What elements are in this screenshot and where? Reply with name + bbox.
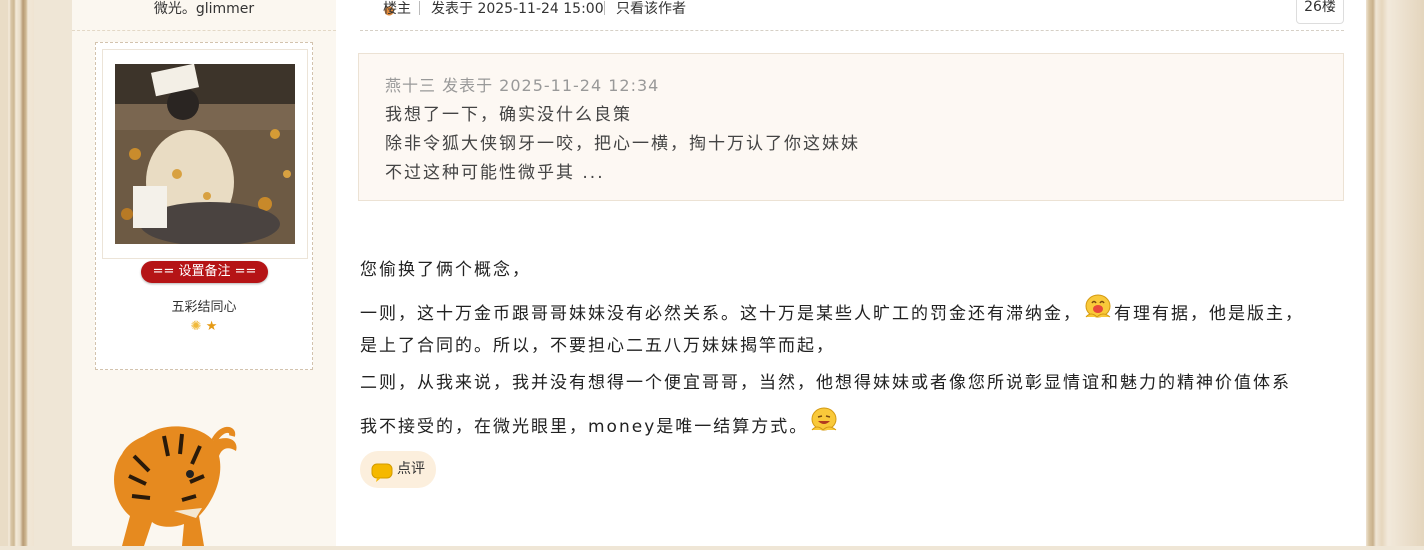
- post-text-segment: 一则，这十万金币跟哥哥妹妹没有必然关系。这十万是某些人旷工的罚金还有滞纳金，: [360, 304, 1082, 324]
- post-meta-bar: ● 楼主 发表于 2025-11-24 15:00 只看该作者 26楼: [360, 0, 1344, 31]
- post-text-line: 一则，这十万金币跟哥哥妹妹没有必然关系。这十万是某些人旷工的罚金还有滞纳金， 有理…: [360, 293, 1304, 324]
- post-text-line: 我不接受的，在微光眼里，money是唯一结算方式。: [360, 406, 840, 437]
- meta-separator: [604, 1, 605, 15]
- avatar-photo: [115, 64, 295, 244]
- post-text-segment: 我不接受的，在微光眼里，money是唯一结算方式。: [360, 417, 809, 437]
- quote-line: 我想了一下，确实没什么良策: [385, 105, 632, 125]
- post-content: ● 楼主 发表于 2025-11-24 15:00 只看该作者 26楼 燕十三 …: [336, 0, 1366, 546]
- author-profile-card: == 设置备注 == 五彩结同心 ✺ ★: [95, 42, 313, 370]
- only-author-link[interactable]: 只看该作者: [616, 0, 686, 18]
- laugh-emoji-icon: [809, 406, 839, 434]
- page-frame-right: [1366, 0, 1424, 546]
- sun-icon: ✺: [190, 319, 202, 334]
- author-name[interactable]: 微光。glimmer: [72, 0, 336, 31]
- star-icon: ★: [205, 319, 218, 334]
- quote-block: 燕十三 发表于 2025-11-24 12:34 我想了一下，确实没什么良策 除…: [358, 53, 1344, 201]
- floor-number[interactable]: 26楼: [1296, 0, 1344, 24]
- post-text-segment: 有理有据，他是版主，: [1114, 304, 1304, 324]
- post-text-line: 是上了合同的。所以，不要担心二五八万妹妹揭竿而起，: [360, 336, 835, 356]
- quote-line: 不过这种可能性微乎其 ...: [385, 163, 605, 183]
- page-frame-left: [0, 0, 34, 546]
- comment-button[interactable]: 点评: [360, 451, 436, 488]
- rank-icons: ✺ ★: [96, 320, 312, 334]
- op-badge: 楼主: [383, 1, 411, 17]
- user-group-label: 五彩结同心: [171, 300, 237, 315]
- set-remark-button[interactable]: == 设置备注 ==: [141, 261, 268, 283]
- author-sidebar: 微光。glimmer == 设置备注 == 五彩结同心 ✺ ★: [72, 0, 336, 546]
- tiger-medal-image: [104, 416, 244, 546]
- avatar[interactable]: [102, 49, 308, 259]
- quote-header: 燕十三 发表于 2025-11-24 12:34: [385, 76, 660, 95]
- post-text-line: 您偷换了俩个概念，: [360, 260, 531, 280]
- comment-label: 点评: [397, 461, 425, 477]
- comment-bubble-icon: [371, 460, 393, 497]
- post-time: 发表于 2025-11-24 15:00: [431, 1, 604, 17]
- quote-line: 除非令狐大侠钢牙一咬，把心一横，掏十万认了你这妹妹: [385, 134, 860, 154]
- grin-emoji-icon: [1083, 293, 1113, 321]
- post-text-line: 二则，从我来说，我并没有想得一个便宜哥哥，当然，他想得妹妹或者像您所说彰显情谊和…: [360, 373, 1291, 393]
- meta-separator: [419, 1, 420, 15]
